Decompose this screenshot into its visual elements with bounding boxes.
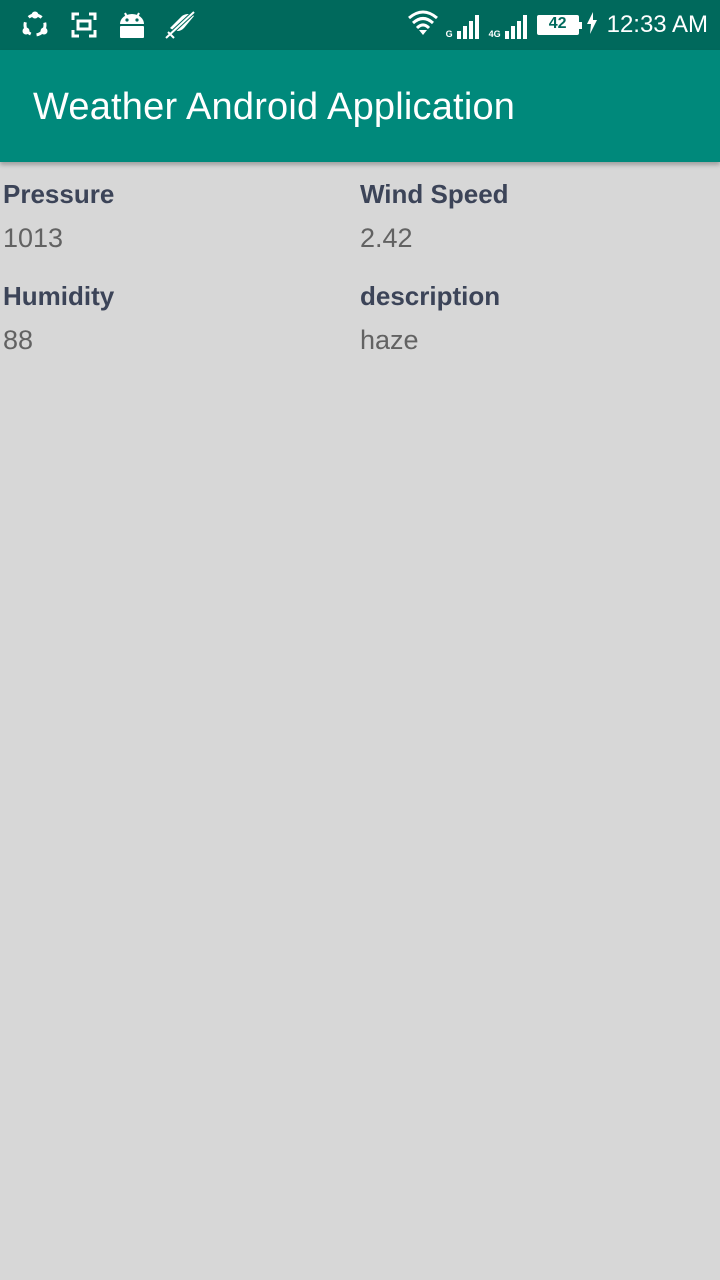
wind-speed-label: Wind Speed [360,179,509,209]
android-icon [117,10,147,40]
description-cell: description haze [357,274,713,362]
signal-sim1-icon: G [446,11,481,39]
app-title: Weather Android Application [33,86,516,128]
app-bar: Weather Android Application [0,50,720,162]
wifi-icon [407,10,438,41]
no-vibrate-icon [164,10,196,40]
shareit-icon [20,10,50,40]
wind-speed-cell: Wind Speed 2.42 [357,172,713,260]
wind-speed-value: 2.42 [360,223,413,253]
pressure-value: 1013 [3,223,64,253]
description-value: haze [360,325,419,355]
network-type-2: 4G [488,29,501,39]
status-bar: G 4G 42 12:33 AM [0,0,720,50]
charging-icon [586,11,597,39]
battery-level: 42 [548,15,567,32]
status-time: 12:33 AM [606,11,708,38]
signal-sim2-icon: 4G [489,11,529,39]
pressure-cell: Pressure 1013 [0,172,356,260]
humidity-cell: Humidity 88 [0,274,356,362]
battery-icon: 42 [536,15,582,35]
humidity-value: 88 [3,325,34,355]
humidity-label: Humidity [3,281,115,311]
pressure-label: Pressure [3,179,115,209]
description-label: description [360,281,501,311]
network-type-1: G [445,29,453,39]
screenshot-icon [69,10,99,40]
